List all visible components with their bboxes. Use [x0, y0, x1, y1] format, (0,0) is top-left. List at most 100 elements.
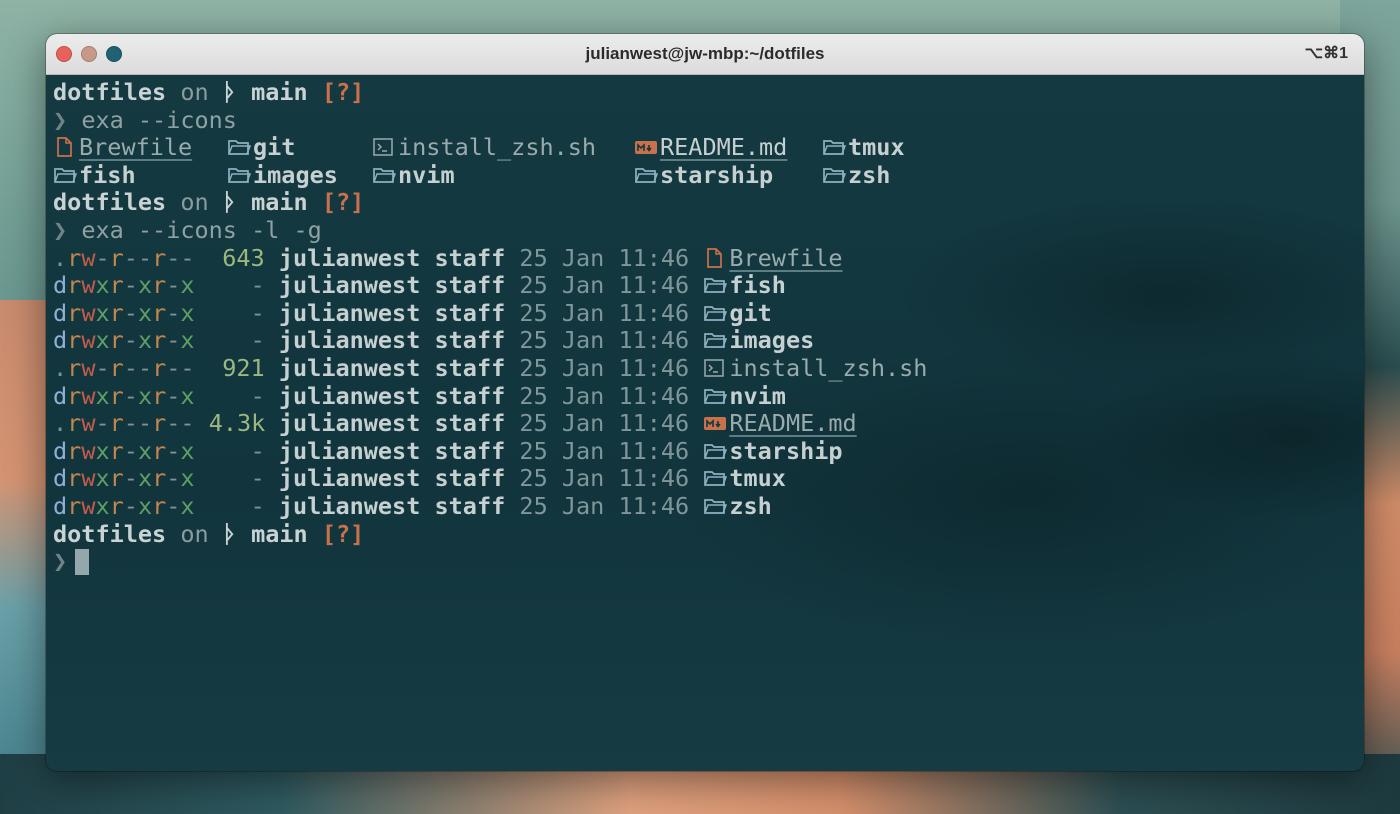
file-size: - — [250, 464, 265, 493]
terminal-window: julianwest@jw-mbp:~/dotfiles ⌥⌘1 dotfile… — [46, 34, 1364, 771]
modified-date: 25 Jan 11:46 — [519, 326, 690, 355]
command-text: exa --icons -l -g — [81, 215, 322, 244]
prompt-branch: main — [251, 78, 308, 106]
folder-icon — [703, 467, 729, 489]
command-line: ❯ exa --icons -l -g — [53, 215, 1364, 245]
terminal-content[interactable]: dotfiles on ᚦ main [?] ❯ exa --icons Bre… — [46, 75, 1364, 771]
group: staff — [434, 271, 506, 300]
group: staff — [434, 243, 506, 272]
folder-name: tmux — [729, 464, 786, 493]
folder-name: tmux — [848, 133, 905, 162]
permissions: drwxr-xr-x — [53, 298, 195, 327]
folder-name: images — [729, 326, 815, 355]
command-text: exa --icons — [81, 105, 237, 134]
prompt-line: dotfiles on ᚦ main [?] — [53, 78, 1364, 107]
permissions: drwxr-xr-x — [53, 464, 195, 493]
folder-icon — [227, 164, 253, 186]
prompt-symbol: ❯ — [53, 547, 68, 576]
prompt-status: [?] — [321, 78, 365, 106]
long-listing-row: drwxr-xr-x - julianwest staff 25 Jan 11:… — [53, 327, 1364, 355]
file-size: 4.3k — [208, 409, 266, 438]
prompt-on: on — [180, 519, 209, 548]
folder-icon — [53, 164, 79, 186]
markdown-icon — [703, 412, 729, 434]
group: staff — [434, 464, 506, 493]
grid-row: fish images nvim starship zsh — [53, 160, 1364, 190]
folder-name: zsh — [729, 491, 772, 520]
prompt-dir: dotfiles — [53, 78, 167, 106]
owner: julianwest — [278, 298, 421, 327]
file-size: 921 — [222, 353, 265, 382]
prompt-dir: dotfiles — [53, 519, 167, 548]
group: staff — [434, 298, 506, 327]
prompt-dir: dotfiles — [53, 188, 167, 217]
prompt-symbol: ❯ — [53, 215, 68, 244]
owner: julianwest — [278, 271, 421, 300]
window-title: julianwest@jw-mbp:~/dotfiles — [585, 44, 825, 63]
long-listing-row: .rw-r--r-- 4.3k julianwest staff 25 Jan … — [53, 409, 1364, 438]
modified-date: 25 Jan 11:46 — [519, 243, 690, 272]
permissions: drwxr-xr-x — [53, 271, 195, 300]
prompt-branch: main — [251, 519, 308, 548]
long-listing-row: .rw-r--r-- 643 julianwest staff 25 Jan 1… — [53, 243, 1364, 273]
owner: julianwest — [278, 353, 421, 382]
folder-name: git — [729, 298, 772, 327]
folder-icon — [634, 164, 660, 186]
owner: julianwest — [278, 436, 421, 465]
file-size: - — [250, 436, 265, 465]
permissions: drwxr-xr-x — [53, 381, 195, 410]
long-listing-row: drwxr-xr-x - julianwest staff 25 Jan 11:… — [53, 381, 1364, 411]
title-bar[interactable]: julianwest@jw-mbp:~/dotfiles ⌥⌘1 — [46, 34, 1364, 75]
permissions: drwxr-xr-x — [53, 326, 195, 355]
file-icon — [703, 247, 729, 269]
folder-name: starship — [660, 160, 774, 189]
modified-date: 25 Jan 11:46 — [519, 381, 690, 410]
folder-icon — [703, 329, 729, 351]
group: staff — [434, 409, 506, 438]
file-size: - — [250, 271, 265, 300]
permissions: drwxr-xr-x — [53, 436, 195, 465]
file-size: - — [250, 381, 265, 410]
modified-date: 25 Jan 11:46 — [519, 491, 690, 520]
group: staff — [434, 491, 506, 520]
permissions: drwxr-xr-x — [53, 491, 195, 520]
folder-icon — [227, 136, 253, 158]
group: staff — [434, 326, 506, 355]
folder-name: images — [253, 160, 338, 189]
owner: julianwest — [278, 381, 421, 410]
branch-icon: ᚦ — [222, 78, 237, 106]
long-listing-row: drwxr-xr-x - julianwest staff 25 Jan 11:… — [53, 491, 1364, 521]
grid-row: Brewfile git install_zsh.sh README.md tmux — [53, 133, 1364, 162]
file-size: - — [250, 298, 265, 327]
file-name: Brewfile — [729, 243, 843, 272]
folder-icon — [703, 495, 729, 517]
command-line: ❯ exa --icons — [53, 105, 1364, 135]
modified-date: 25 Jan 11:46 — [519, 298, 690, 327]
owner: julianwest — [278, 409, 421, 438]
file-icon — [53, 136, 79, 158]
permissions: .rw-r--r-- — [53, 353, 195, 382]
text-cursor — [75, 549, 90, 576]
folder-name: zsh — [848, 160, 891, 189]
group: staff — [434, 381, 506, 410]
terminal-icon — [703, 357, 729, 379]
long-listing: .rw-r--r-- 643 julianwest staff 25 Jan 1… — [53, 243, 1364, 521]
permissions: .rw-r--r-- — [53, 243, 195, 272]
command-line-active[interactable]: ❯ — [53, 547, 1364, 576]
folder-icon — [372, 164, 398, 186]
owner: julianwest — [278, 464, 421, 493]
file-size: - — [250, 326, 265, 355]
window-shortcut: ⌥⌘1 — [1304, 45, 1348, 62]
folder-icon — [703, 385, 729, 407]
terminal-icon — [372, 136, 398, 158]
prompt-branch: main — [251, 188, 308, 217]
permissions: .rw-r--r-- — [53, 409, 195, 438]
folder-name: nvim — [398, 160, 455, 189]
file-name: README.md — [660, 133, 788, 162]
owner: julianwest — [278, 326, 421, 355]
folder-name: nvim — [729, 381, 786, 410]
folder-name: fish — [729, 271, 786, 300]
long-listing-row: drwxr-xr-x - julianwest staff 25 Jan 11:… — [53, 298, 1364, 328]
file-name: install_zsh.sh — [398, 133, 597, 162]
branch-icon: ᚦ — [222, 519, 237, 548]
